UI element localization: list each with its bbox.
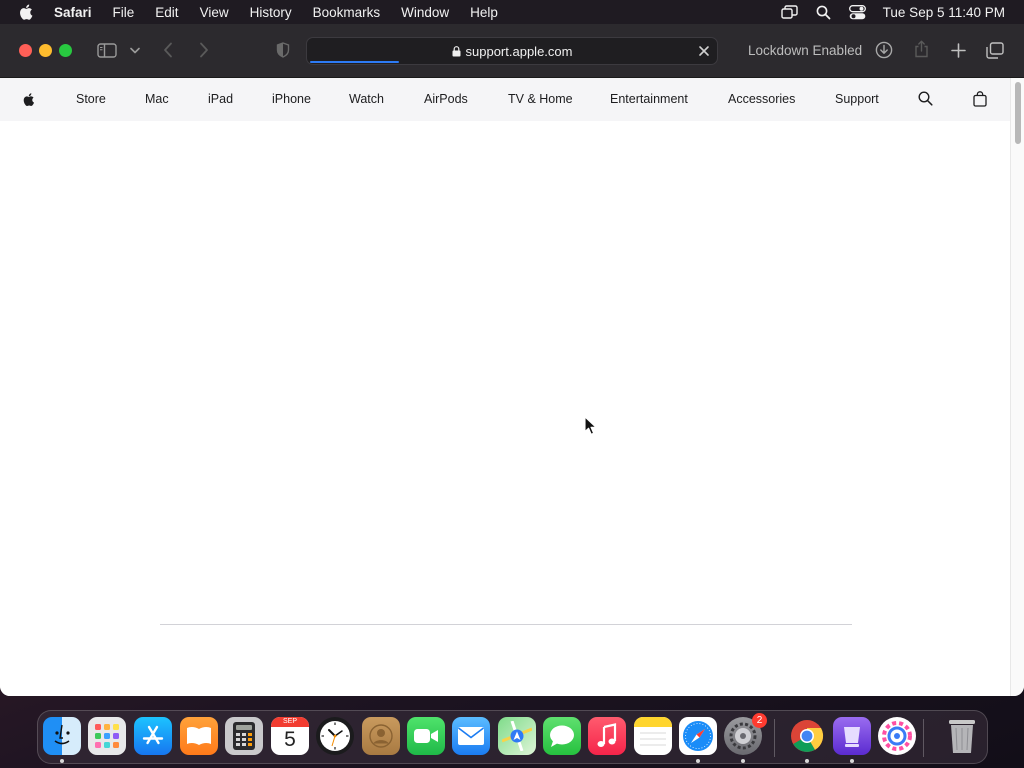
facetime-icon[interactable] — [407, 717, 445, 755]
tab-group-chevron-down-icon[interactable] — [129, 45, 141, 55]
dock-separator — [774, 719, 775, 757]
nav-accessories[interactable]: Accessories — [728, 92, 795, 106]
nav-ipad[interactable]: iPad — [208, 92, 233, 106]
spotlight-search-icon[interactable] — [815, 3, 833, 21]
menu-clock[interactable]: Tue Sep 5 11:40 PM — [883, 5, 1005, 20]
running-indicator — [60, 759, 64, 763]
nav-support[interactable]: Support — [835, 92, 879, 106]
notification-badge: 2 — [752, 713, 767, 728]
nav-tv-home[interactable]: TV & Home — [508, 92, 573, 106]
page-content — [0, 121, 1010, 696]
vertical-scrollbar[interactable] — [1010, 78, 1024, 696]
maps-icon[interactable] — [498, 717, 536, 755]
running-indicator — [850, 759, 854, 763]
menu-help[interactable]: Help — [470, 5, 498, 20]
app-icon[interactable] — [878, 717, 916, 755]
address-bar[interactable]: support.apple.com — [306, 37, 718, 65]
apple-global-nav: Store Mac iPad iPhone Watch AirPods TV &… — [0, 78, 1010, 121]
running-indicator — [696, 759, 700, 763]
downloads-icon[interactable] — [874, 40, 894, 60]
calendar-icon[interactable]: SEP 5 — [271, 717, 309, 755]
system-settings-icon[interactable]: 2 — [724, 713, 767, 755]
clock-icon[interactable] — [316, 717, 354, 755]
nav-entertainment[interactable]: Entertainment — [610, 92, 688, 106]
finder-icon[interactable] — [43, 717, 81, 755]
safari-toolbar: support.apple.com Lockdown Enabled — [0, 24, 1024, 78]
shopping-bag-icon[interactable] — [973, 91, 987, 107]
menu-history[interactable]: History — [250, 5, 292, 20]
share-icon[interactable] — [912, 39, 930, 59]
dock-separator — [923, 719, 924, 757]
screen-mirroring-icon[interactable] — [780, 3, 799, 21]
mouse-pointer-icon — [584, 416, 597, 435]
zoom-window-button[interactable] — [59, 44, 72, 57]
forward-chevron-icon[interactable] — [197, 41, 211, 59]
safari-window: support.apple.com Lockdown Enabled Store… — [0, 24, 1024, 696]
mail-icon[interactable] — [452, 717, 490, 755]
menu-edit[interactable]: Edit — [155, 5, 178, 20]
music-icon[interactable] — [588, 717, 626, 755]
minimize-window-button[interactable] — [39, 44, 52, 57]
nav-store[interactable]: Store — [76, 92, 106, 106]
calculator-icon[interactable] — [225, 717, 263, 755]
address-url: support.apple.com — [465, 44, 573, 59]
books-icon[interactable] — [180, 717, 218, 755]
tab-overview-icon[interactable] — [985, 40, 1005, 60]
menu-bookmarks[interactable]: Bookmarks — [313, 5, 381, 20]
new-tab-plus-icon[interactable] — [949, 41, 967, 59]
nav-airpods[interactable]: AirPods — [424, 92, 468, 106]
app-store-icon[interactable] — [134, 717, 172, 755]
running-indicator — [805, 759, 809, 763]
close-window-button[interactable] — [19, 44, 32, 57]
contacts-icon[interactable] — [362, 717, 400, 755]
nav-iphone[interactable]: iPhone — [272, 92, 311, 106]
menu-app-name[interactable]: Safari — [54, 5, 92, 20]
page-load-progress — [310, 61, 399, 63]
menu-file[interactable]: File — [113, 5, 135, 20]
stop-loading-icon[interactable] — [697, 44, 711, 58]
lockdown-mode-label[interactable]: Lockdown Enabled — [748, 43, 862, 58]
chrome-icon[interactable] — [788, 717, 826, 755]
privacy-shield-icon[interactable] — [275, 41, 291, 59]
calendar-day: 5 — [284, 728, 296, 751]
sidebar-toggle-icon[interactable] — [97, 42, 117, 58]
launchpad-icon[interactable] — [88, 717, 126, 755]
scrollbar-thumb[interactable] — [1015, 82, 1021, 144]
safari-icon[interactable] — [679, 717, 717, 755]
lock-icon — [452, 46, 461, 57]
calendar-month: SEP — [271, 717, 309, 727]
control-center-icon[interactable] — [849, 3, 867, 21]
content-divider — [160, 624, 852, 625]
notes-icon[interactable] — [634, 717, 672, 755]
back-chevron-icon[interactable] — [161, 41, 175, 59]
dock: SEP 5 2 — [37, 710, 988, 764]
app-icon[interactable] — [833, 717, 871, 755]
nav-mac[interactable]: Mac — [145, 92, 169, 106]
menu-bar: Safari File Edit View History Bookmarks … — [0, 0, 1024, 24]
search-icon[interactable] — [918, 91, 933, 106]
trash-icon[interactable] — [943, 717, 981, 755]
messages-icon[interactable] — [543, 717, 581, 755]
apple-logo-icon[interactable] — [22, 91, 37, 108]
nav-watch[interactable]: Watch — [349, 92, 384, 106]
apple-menu-icon[interactable] — [18, 3, 36, 21]
menu-window[interactable]: Window — [401, 5, 449, 20]
menu-view[interactable]: View — [200, 5, 229, 20]
running-indicator — [741, 759, 745, 763]
